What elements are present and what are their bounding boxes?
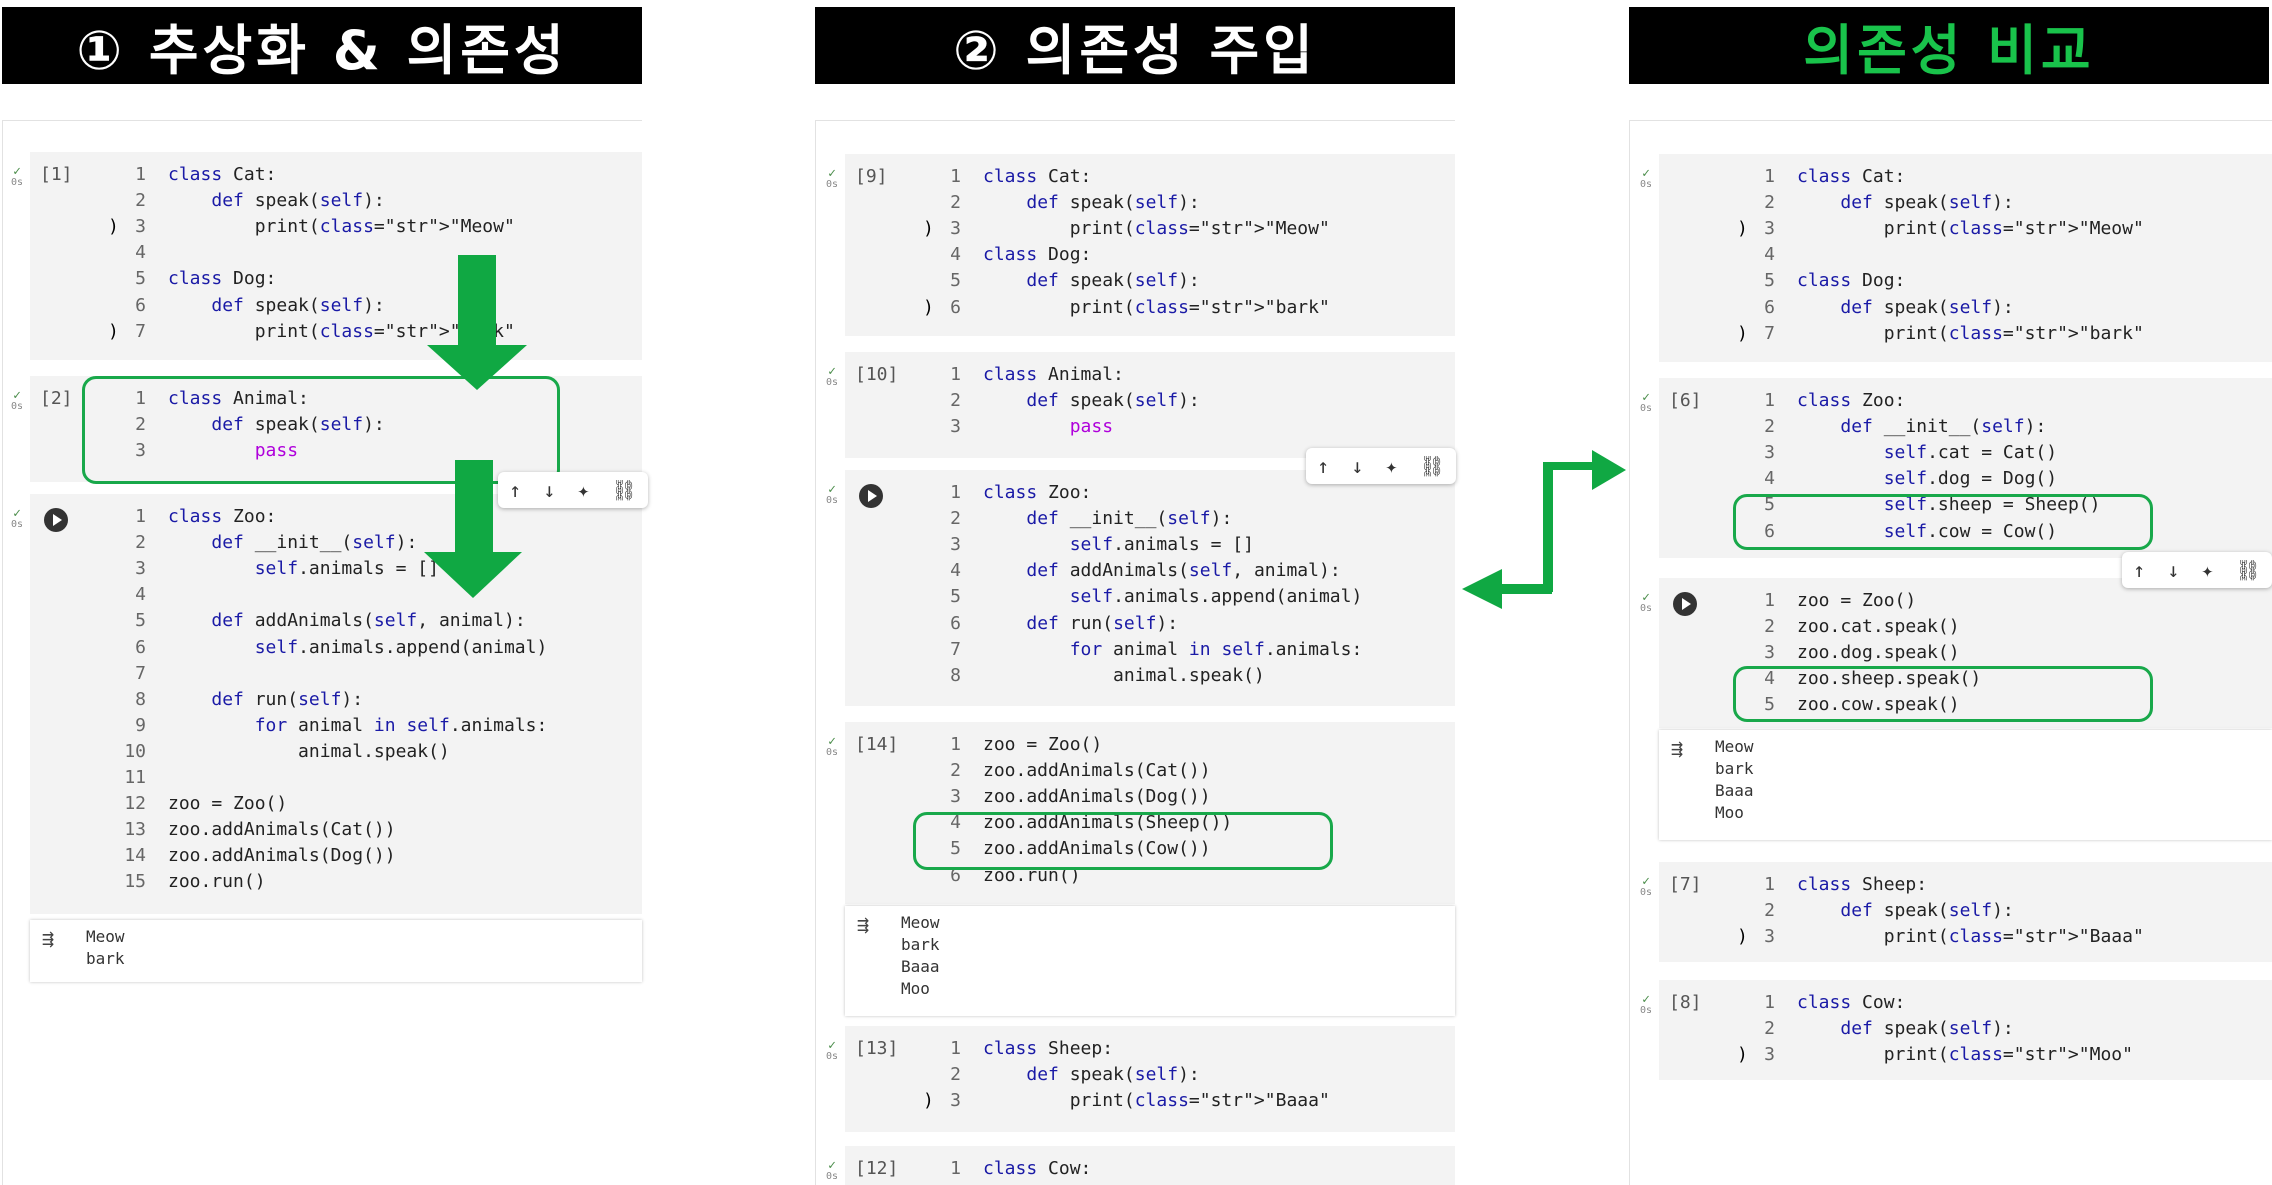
bidirectional-arrow-icon bbox=[1462, 450, 1626, 609]
down-arrow-icon bbox=[427, 255, 527, 390]
annotation-arrows bbox=[424, 255, 1626, 609]
down-arrow-icon bbox=[424, 460, 522, 598]
